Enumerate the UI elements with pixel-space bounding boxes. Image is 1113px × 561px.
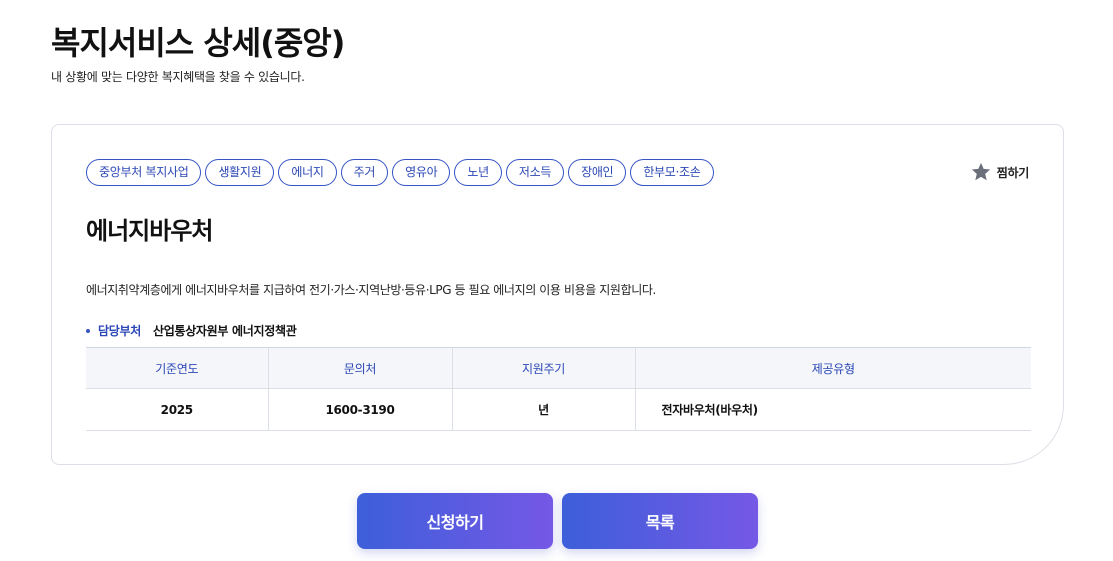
favorite-label: 찜하기 bbox=[996, 165, 1030, 180]
tag-central-ministry[interactable]: 중앙부처 복지사업 bbox=[86, 159, 202, 186]
page-title: 복지서비스 상세(중앙) bbox=[51, 24, 345, 62]
star-icon bbox=[971, 162, 990, 181]
tag-elderly[interactable]: 노년 bbox=[454, 159, 502, 186]
service-title: 에너지바우처 bbox=[86, 217, 213, 245]
cell-provision-type: 전자바우처(바우처) bbox=[635, 388, 1031, 431]
tag-low-income[interactable]: 저소득 bbox=[505, 159, 565, 186]
table-row: 2025 1600-3190 년 전자바우처(바우처) bbox=[86, 388, 1031, 431]
service-info-table: 기준연도 문의처 지원주기 제공유형 2025 1600-3190 년 전자바우… bbox=[86, 347, 1031, 431]
header-provision-type: 제공유형 bbox=[635, 347, 1031, 389]
table-header-row: 기준연도 문의처 지원주기 제공유형 bbox=[86, 347, 1031, 389]
category-tags: 중앙부처 복지사업 생활지원 에너지 주거 영유아 노년 저소득 장애인 한부모… bbox=[86, 159, 714, 186]
cell-base-year: 2025 bbox=[86, 388, 269, 431]
bullet-icon bbox=[86, 328, 90, 333]
apply-button[interactable]: 신청하기 bbox=[357, 493, 553, 549]
favorite-button[interactable]: 찜하기 bbox=[970, 161, 1029, 183]
service-description: 에너지취약계층에게 에너지바우처를 지급하여 전기·가스·지역난방·등유·LPG… bbox=[86, 283, 656, 297]
list-button[interactable]: 목록 bbox=[562, 493, 758, 549]
cell-contact: 1600-3190 bbox=[268, 388, 453, 431]
tag-living-support[interactable]: 생활지원 bbox=[205, 159, 275, 186]
tag-housing[interactable]: 주거 bbox=[340, 159, 389, 186]
header-contact: 문의처 bbox=[268, 347, 453, 389]
header-support-cycle: 지원주기 bbox=[452, 347, 636, 389]
header-base-year: 기준연도 bbox=[86, 347, 269, 389]
tag-energy[interactable]: 에너지 bbox=[278, 159, 337, 186]
department-label: 담당부처 bbox=[98, 324, 141, 338]
service-detail-card: 중앙부처 복지사업 생활지원 에너지 주거 영유아 노년 저소득 장애인 한부모… bbox=[51, 124, 1064, 465]
department-info: 담당부처 산업통상자원부 에너지정책관 bbox=[86, 322, 297, 339]
page-subtitle: 내 상황에 맞는 다양한 복지혜택을 찾을 수 있습니다. bbox=[51, 70, 305, 84]
tag-disabled[interactable]: 장애인 bbox=[568, 159, 627, 186]
tag-single-parent[interactable]: 한부모·조손 bbox=[630, 159, 714, 186]
cell-support-cycle: 년 bbox=[452, 388, 636, 431]
tag-infant[interactable]: 영유아 bbox=[392, 159, 451, 186]
department-value: 산업통상자원부 에너지정책관 bbox=[152, 324, 297, 338]
